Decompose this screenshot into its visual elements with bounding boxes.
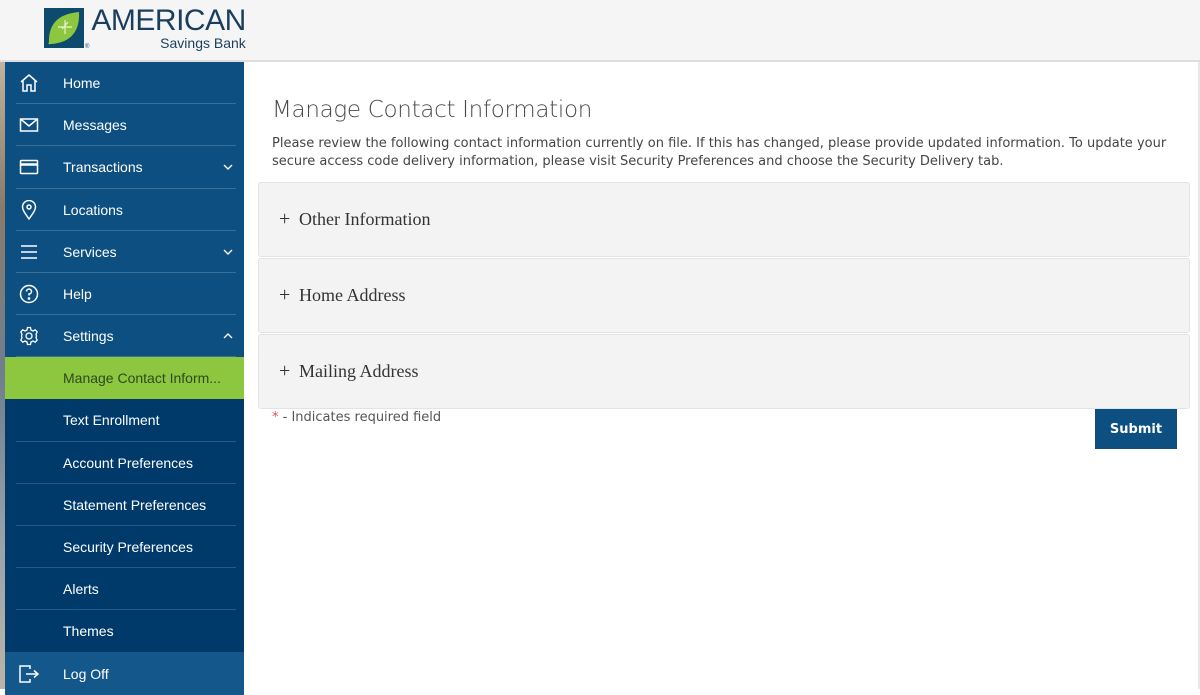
intro-text: Please review the following contact info… xyxy=(272,136,1167,169)
menu-icon xyxy=(18,241,40,263)
sidebar-subitem-alerts[interactable]: Alerts xyxy=(5,568,244,611)
brand-tagline: Savings Bank xyxy=(160,35,246,51)
sidebar-item-transactions[interactable]: Transactions xyxy=(5,146,244,189)
panel-title: Mailing Address xyxy=(299,361,419,381)
sidebar-item-label: Settings xyxy=(63,328,114,345)
registered-mark: ® xyxy=(85,44,90,50)
sidebar-item-locations[interactable]: Locations xyxy=(5,189,244,231)
sidebar-item-label: Account Preferences xyxy=(63,454,193,471)
sidebar-subitem-statement-preferences[interactable]: Statement Preferences xyxy=(5,484,244,527)
required-field-note: * - Indicates required field xyxy=(272,410,441,425)
sidebar-item-label: Themes xyxy=(63,623,114,640)
sidebar-item-label: Manage Contact Inform... xyxy=(63,370,221,387)
home-icon xyxy=(18,72,40,94)
panel-home-address[interactable]: + Home Address xyxy=(258,258,1190,333)
plus-icon: + xyxy=(279,208,291,230)
sidebar-item-log-off[interactable]: Log Off xyxy=(5,652,244,695)
brand-name: AMERICAN xyxy=(91,4,246,37)
sidebar-item-label: Help xyxy=(63,286,92,303)
leaf-logo-icon xyxy=(44,8,84,48)
sidebar-item-label: Locations xyxy=(63,201,123,218)
plus-icon: + xyxy=(279,360,291,382)
panel-mailing-address[interactable]: + Mailing Address xyxy=(258,334,1190,409)
question-circle-icon xyxy=(18,283,40,305)
chevron-down-icon[interactable] xyxy=(222,161,234,173)
sidebar-subitem-text-enrollment[interactable]: Text Enrollment xyxy=(5,399,244,442)
sidebar-item-home[interactable]: Home xyxy=(5,62,244,105)
main-content: Manage Contact Information Please review… xyxy=(244,62,1200,689)
sidebar-item-label: Messages xyxy=(63,117,127,134)
chevron-up-icon[interactable] xyxy=(222,330,234,342)
map-pin-icon xyxy=(18,199,40,221)
plus-icon: + xyxy=(279,284,291,306)
sidebar-item-settings[interactable]: Settings xyxy=(5,315,244,358)
envelope-icon xyxy=(18,114,40,136)
sidebar-item-messages[interactable]: Messages xyxy=(5,104,244,147)
sidebar-item-services[interactable]: Services xyxy=(5,231,244,274)
panel-other-information[interactable]: + Other Information xyxy=(258,182,1190,257)
gear-icon xyxy=(18,325,40,347)
credit-card-icon xyxy=(18,156,40,178)
sidebar-subitem-account-preferences[interactable]: Account Preferences xyxy=(5,442,244,484)
log-off-icon xyxy=(18,663,40,685)
chevron-down-icon[interactable] xyxy=(222,246,234,258)
sidebar-item-label: Statement Preferences xyxy=(63,496,207,513)
header: ® AMERICAN Savings Bank xyxy=(0,0,1200,62)
sidebar-item-label: Services xyxy=(63,243,117,260)
sidebar-item-label: Home xyxy=(63,75,101,92)
panel-title: Other Information xyxy=(299,209,431,229)
sidebar-item-label: Alerts xyxy=(63,581,99,598)
page-title: Manage Contact Information xyxy=(272,97,593,123)
sidebar-item-label: Log Off xyxy=(63,665,109,682)
sidebar-subitem-manage-contact-information[interactable]: Manage Contact Inform... xyxy=(5,357,244,400)
panel-title: Home Address xyxy=(299,285,406,305)
settings-submenu: Manage Contact Inform... Text Enrollment… xyxy=(5,357,244,653)
sidebar-item-label: Text Enrollment xyxy=(63,412,160,429)
bank-logo[interactable]: ® AMERICAN Savings Bank xyxy=(44,4,246,51)
sidebar-subitem-themes[interactable]: Themes xyxy=(5,610,244,652)
sidebar-item-label: Security Preferences xyxy=(63,538,193,555)
sidebar-item-label: Transactions xyxy=(63,159,143,176)
sidebar-item-help[interactable]: Help xyxy=(5,273,244,316)
sidebar-nav: Home Messages Transactions Locations Ser… xyxy=(5,62,244,695)
submit-button[interactable]: Submit xyxy=(1095,409,1177,449)
sidebar-subitem-security-preferences[interactable]: Security Preferences xyxy=(5,526,244,569)
required-note-text: - Indicates required field xyxy=(278,410,442,425)
